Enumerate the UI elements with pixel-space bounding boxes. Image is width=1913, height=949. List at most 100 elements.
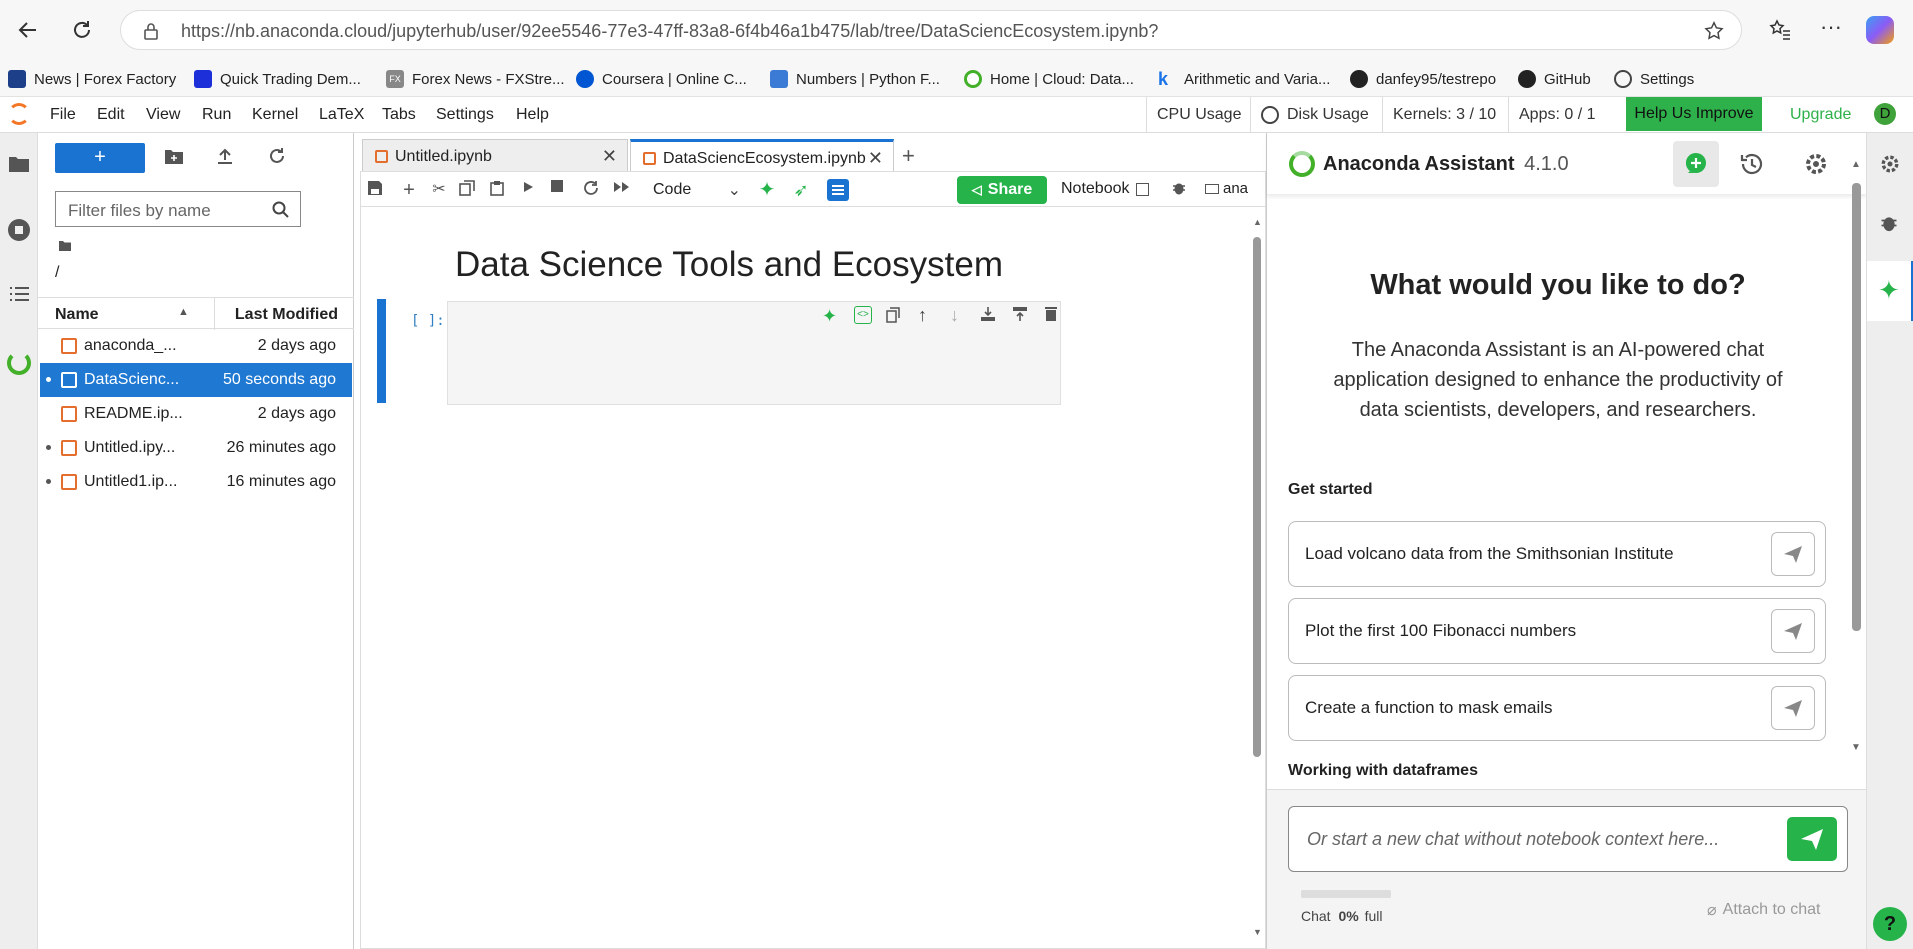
property-inspector-icon[interactable] bbox=[827, 179, 849, 201]
menu-view[interactable]: View bbox=[146, 106, 180, 124]
scroll-down-icon[interactable]: ▼ bbox=[1253, 927, 1262, 937]
refresh-icon[interactable] bbox=[268, 147, 286, 165]
send-button[interactable] bbox=[1787, 817, 1837, 861]
help-improve-button[interactable]: Help Us Improve bbox=[1626, 97, 1762, 131]
open-in-notebook-link[interactable]: Notebook bbox=[1061, 180, 1149, 198]
suggestion-card[interactable]: Plot the first 100 Fibonacci numbers bbox=[1288, 598, 1826, 664]
insert-below-icon[interactable] bbox=[1012, 306, 1028, 322]
menu-run[interactable]: Run bbox=[202, 106, 231, 124]
suggestion-card[interactable]: Load volcano data from the Smithsonian I… bbox=[1288, 521, 1826, 587]
send-icon[interactable] bbox=[1771, 686, 1815, 730]
running-kernels-icon[interactable] bbox=[8, 219, 30, 241]
menu-tabs[interactable]: Tabs bbox=[382, 106, 416, 124]
upload-icon[interactable] bbox=[216, 147, 234, 165]
scrollbar-thumb[interactable] bbox=[1253, 237, 1261, 757]
save-icon[interactable] bbox=[367, 180, 387, 200]
menu-file[interactable]: File bbox=[50, 106, 76, 124]
back-icon[interactable] bbox=[16, 18, 40, 42]
scroll-up-icon[interactable]: ▲ bbox=[1851, 159, 1861, 170]
run-icon[interactable] bbox=[521, 180, 541, 200]
insert-cell-icon[interactable]: + bbox=[399, 180, 419, 200]
bookmark-quick-trading[interactable]: Quick Trading Dem... bbox=[194, 68, 361, 90]
debugger-icon[interactable] bbox=[1171, 180, 1191, 200]
column-last-modified[interactable]: Last Modified bbox=[235, 306, 338, 324]
gear-icon[interactable] bbox=[1803, 151, 1829, 177]
menu-kernel[interactable]: Kernel bbox=[252, 106, 298, 124]
menu-help[interactable]: Help bbox=[516, 106, 549, 124]
gear-icon[interactable] bbox=[1879, 153, 1901, 175]
upgrade-link[interactable]: Upgrade bbox=[1780, 97, 1861, 133]
bookmark-forex-factory[interactable]: News | Forex Factory bbox=[8, 68, 176, 90]
file-row[interactable]: README.ip... 2 days ago bbox=[40, 397, 352, 431]
close-icon[interactable]: ✕ bbox=[602, 146, 617, 167]
chat-input[interactable]: Or start a new chat without notebook con… bbox=[1288, 806, 1848, 872]
close-icon[interactable]: ✕ bbox=[868, 148, 883, 169]
insert-above-icon[interactable] bbox=[980, 306, 996, 322]
stop-icon[interactable] bbox=[551, 180, 571, 200]
more-icon[interactable]: ··· bbox=[1820, 14, 1842, 40]
menu-edit[interactable]: Edit bbox=[97, 106, 125, 124]
bookmark-anaconda-cloud[interactable]: Home | Cloud: Data... bbox=[964, 68, 1134, 90]
copy-icon[interactable] bbox=[459, 180, 479, 200]
new-chat-button[interactable] bbox=[1673, 141, 1719, 187]
send-icon[interactable] bbox=[1771, 609, 1815, 653]
file-row[interactable]: Untitled.ipy... 26 minutes ago bbox=[40, 431, 352, 465]
reload-icon[interactable] bbox=[70, 18, 94, 42]
share-button[interactable]: ◁ Share bbox=[957, 176, 1047, 204]
user-avatar[interactable]: D bbox=[1874, 103, 1896, 125]
tab-untitled[interactable]: Untitled.ipynb ✕ bbox=[362, 139, 628, 171]
bookmark-github[interactable]: GitHub bbox=[1518, 68, 1591, 90]
add-tab-icon[interactable]: + bbox=[902, 143, 915, 169]
scroll-up-icon[interactable]: ▲ bbox=[1253, 217, 1262, 227]
send-icon[interactable] bbox=[1771, 532, 1815, 576]
notebook-scrollbar[interactable]: ▲ ▼ bbox=[1253, 217, 1262, 937]
star-icon[interactable] bbox=[1703, 20, 1725, 42]
move-down-icon[interactable]: ↓ bbox=[950, 305, 959, 326]
folder-icon[interactable] bbox=[8, 155, 30, 173]
file-row[interactable]: Untitled1.ip... 16 minutes ago bbox=[40, 465, 352, 499]
attach-to-chat-button[interactable]: ⌀ Attach to chat bbox=[1707, 900, 1820, 920]
delete-icon[interactable] bbox=[1044, 306, 1058, 322]
column-name[interactable]: Name bbox=[55, 306, 99, 324]
cell-type-select[interactable]: Code ⌄ bbox=[643, 177, 747, 203]
bookmark-arithmetic[interactable]: k Arithmetic and Varia... bbox=[1158, 68, 1330, 90]
help-icon[interactable]: ? bbox=[1873, 907, 1907, 941]
bookmark-forex-news[interactable]: FX Forex News - FXStre... bbox=[386, 68, 565, 90]
scrollbar-thumb[interactable] bbox=[1852, 183, 1861, 631]
move-up-icon[interactable]: ↑ bbox=[918, 305, 927, 326]
sparkles-icon[interactable]: ✦ bbox=[757, 180, 777, 200]
address-bar[interactable]: https://nb.anaconda.cloud/jupyterhub/use… bbox=[120, 10, 1742, 50]
rocket-icon[interactable]: ➶ bbox=[791, 180, 811, 200]
favorites-icon[interactable] bbox=[1768, 18, 1792, 42]
menu-latex[interactable]: LaTeX bbox=[319, 106, 364, 124]
bookmark-numbers-python[interactable]: Numbers | Python F... bbox=[770, 68, 940, 90]
assistant-sidebar-tab[interactable]: ✦ bbox=[1867, 261, 1913, 321]
code-icon[interactable]: <> bbox=[854, 306, 872, 324]
paste-icon[interactable] bbox=[489, 180, 509, 200]
anaconda-icon[interactable] bbox=[7, 351, 31, 375]
file-row[interactable]: anaconda_... 2 days ago bbox=[40, 329, 352, 363]
lock-icon[interactable] bbox=[143, 22, 159, 40]
filter-files-input[interactable]: Filter files by name bbox=[55, 191, 301, 227]
bookmark-testrepo[interactable]: danfey95/testrepo bbox=[1350, 68, 1496, 90]
history-icon[interactable] bbox=[1739, 151, 1765, 177]
copilot-icon[interactable] bbox=[1866, 16, 1894, 44]
table-of-contents-icon[interactable] bbox=[8, 285, 30, 303]
new-launcher-button[interactable]: + bbox=[55, 143, 145, 173]
debugger-icon[interactable] bbox=[1879, 213, 1899, 233]
code-cell-input[interactable]: ✦ <> ↑ ↓ bbox=[447, 301, 1061, 405]
sparkles-icon[interactable]: ✦ bbox=[822, 306, 837, 327]
root-folder-icon[interactable] bbox=[58, 240, 72, 252]
bookmark-coursera[interactable]: Coursera | Online C... bbox=[576, 68, 747, 90]
breadcrumb-path[interactable]: / bbox=[55, 264, 59, 282]
kernel-indicator[interactable]: ana bbox=[1205, 180, 1248, 197]
duplicate-icon[interactable] bbox=[886, 307, 900, 323]
cut-icon[interactable]: ✂ bbox=[429, 180, 449, 200]
assistant-scrollbar[interactable]: ▲ ▼ bbox=[1851, 159, 1863, 753]
scroll-down-icon[interactable]: ▼ bbox=[1851, 742, 1861, 753]
file-row-selected[interactable]: DataScienc... 50 seconds ago bbox=[40, 363, 352, 397]
run-all-icon[interactable] bbox=[613, 180, 633, 200]
menu-settings[interactable]: Settings bbox=[436, 106, 494, 124]
bookmark-settings[interactable]: Settings bbox=[1614, 68, 1694, 90]
restart-icon[interactable] bbox=[583, 180, 603, 200]
